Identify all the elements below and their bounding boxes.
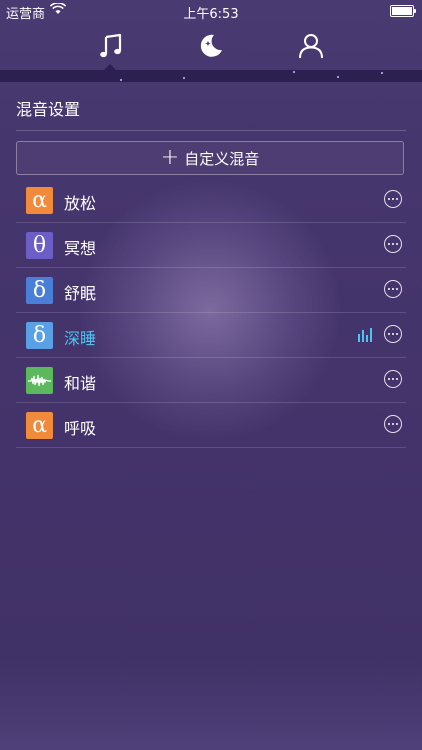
star-dot [183, 77, 185, 79]
mix-item-label: 深睡 [64, 329, 97, 348]
mix-item-breathing[interactable]: α 呼吸 [16, 403, 406, 448]
mix-item-label: 冥想 [64, 239, 97, 258]
status-time: 上午6:53 [183, 7, 239, 22]
star-strip [0, 70, 422, 82]
moon-icon [200, 34, 222, 57]
mix-item-harmony[interactable]: 和谐 [16, 358, 406, 403]
more-options-icon[interactable] [384, 235, 402, 253]
more-options-icon[interactable] [384, 370, 402, 388]
star-dot [337, 76, 339, 78]
status-bar: 运营商 上午6:53 [0, 0, 422, 22]
star-dot [381, 72, 383, 74]
custom-mix-button[interactable]: + 自定义混音 [16, 141, 404, 175]
tab-music[interactable] [93, 30, 129, 62]
custom-mix-label: 自定义混音 [184, 149, 260, 168]
delta-wave-icon: δ [26, 322, 53, 349]
page-title: 混音设置 [16, 100, 81, 119]
mix-item-deep-sleep[interactable]: δ 深睡 [16, 313, 406, 358]
mix-item-label: 放松 [64, 194, 97, 213]
mix-item-label: 舒眠 [64, 284, 97, 303]
person-icon [299, 34, 323, 59]
tab-profile[interactable] [293, 30, 329, 62]
tab-sleep[interactable] [193, 30, 229, 62]
theta-wave-icon: θ [26, 232, 53, 259]
mix-list: α 放松 θ 冥想 δ 舒眠 δ 深睡 和谐 α 呼吸 [16, 178, 406, 448]
battery-icon [390, 5, 416, 17]
divider [16, 130, 406, 131]
mix-item-sleep[interactable]: δ 舒眠 [16, 268, 406, 313]
more-options-icon[interactable] [384, 415, 402, 433]
alpha-wave-icon: α [26, 187, 53, 214]
mix-item-relax[interactable]: α 放松 [16, 178, 406, 223]
mix-item-meditation[interactable]: θ 冥想 [16, 223, 406, 268]
more-options-icon[interactable] [384, 325, 402, 343]
mix-item-label: 和谐 [64, 374, 97, 393]
alpha-wave-icon: α [26, 412, 53, 439]
more-options-icon[interactable] [384, 190, 402, 208]
more-options-icon[interactable] [384, 280, 402, 298]
delta-wave-icon: δ [26, 277, 53, 304]
plus-icon: + [160, 145, 180, 170]
now-playing-icon [358, 328, 372, 342]
star-dot [120, 79, 122, 81]
star-dot [293, 71, 295, 73]
music-note-icon [100, 33, 122, 58]
background-bottom-glow [0, 660, 422, 750]
mix-item-label: 呼吸 [64, 419, 97, 438]
waveform-icon [26, 367, 53, 394]
top-nav [0, 22, 422, 70]
